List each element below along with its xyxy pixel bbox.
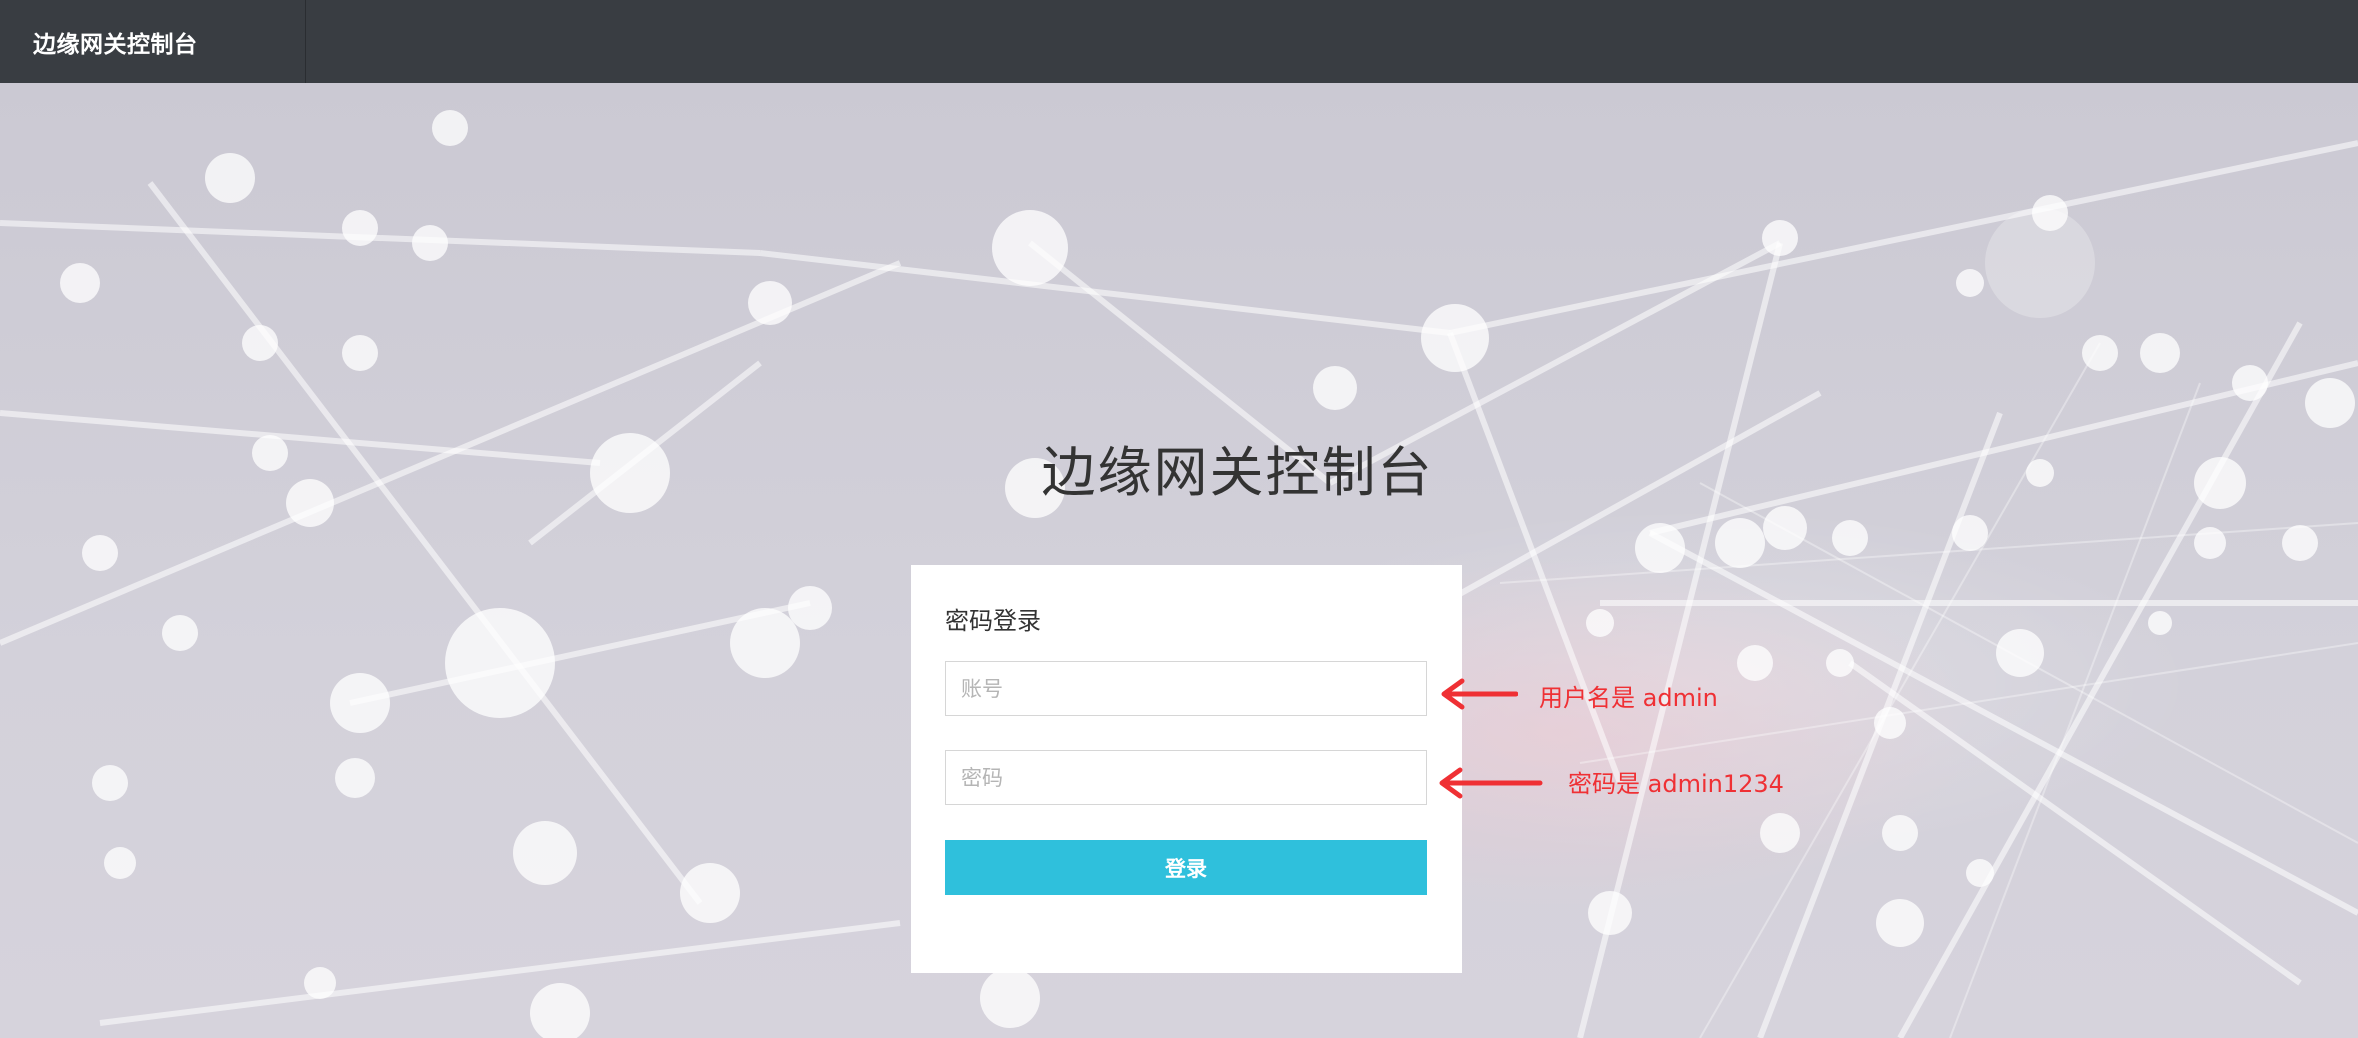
username-hint: 用户名是 admin	[1539, 684, 1718, 712]
password-input[interactable]	[946, 751, 1426, 804]
top-nav-bar: 边缘网关控制台	[0, 0, 2358, 83]
username-field[interactable]	[945, 661, 1427, 716]
password-field[interactable]	[945, 750, 1427, 805]
login-card-title: 密码登录	[945, 607, 1041, 635]
username-arrow-icon	[1441, 678, 1518, 710]
brand-title[interactable]: 边缘网关控制台	[0, 0, 306, 83]
password-arrow-icon	[1439, 767, 1543, 799]
login-card: 密码登录 登录	[911, 565, 1462, 973]
login-button[interactable]: 登录	[945, 840, 1427, 895]
username-input[interactable]	[946, 662, 1426, 715]
password-hint: 密码是 admin1234	[1568, 770, 1784, 798]
page-title: 边缘网关控制台	[1041, 441, 1434, 504]
